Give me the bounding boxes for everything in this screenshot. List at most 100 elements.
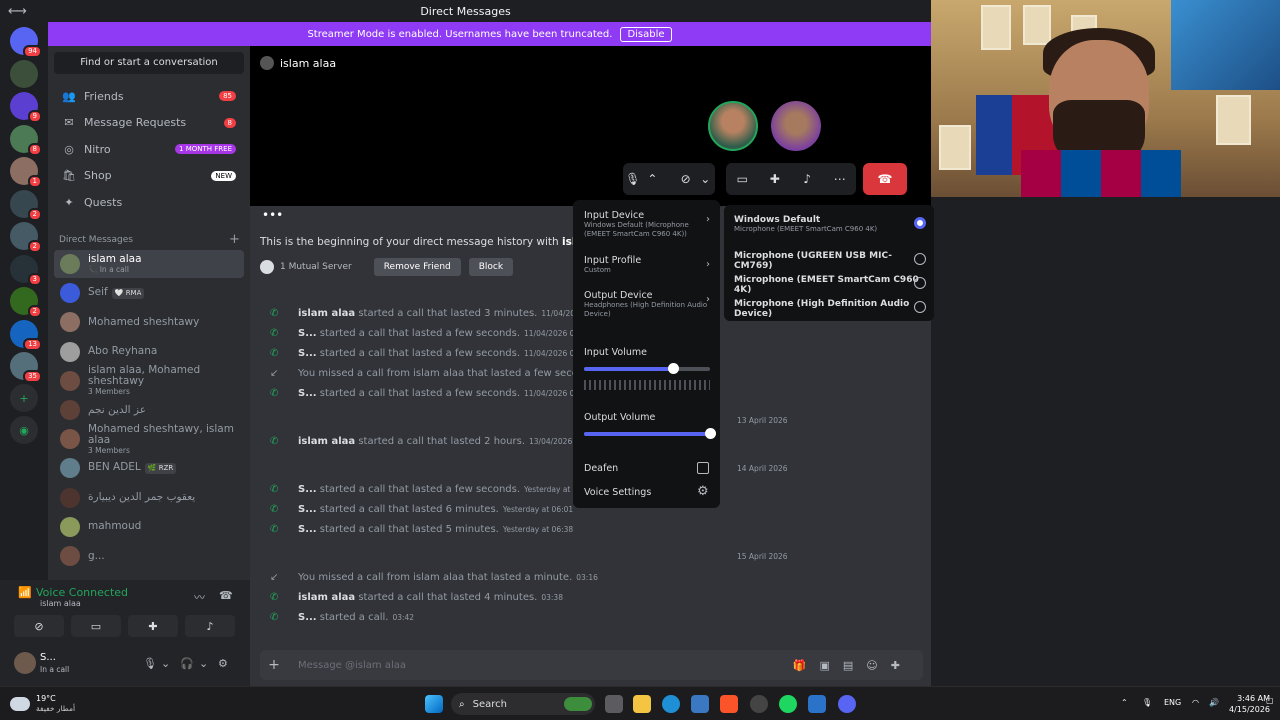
- dm-item[interactable]: islam alaa 📞 In a call: [54, 250, 244, 278]
- participant-avatar[interactable]: [771, 101, 821, 151]
- notification-icon[interactable]: ▢: [1266, 696, 1274, 705]
- slider-knob[interactable]: [668, 363, 680, 374]
- more-icon[interactable]: •••: [262, 208, 283, 222]
- soundboard-button[interactable]: ♪: [185, 615, 235, 637]
- attach-icon[interactable]: +: [260, 657, 288, 673]
- microphone-icon[interactable]: 🎙: [143, 657, 157, 670]
- dm-item[interactable]: Abo Reyhana: [54, 338, 244, 366]
- volume-icon[interactable]: 🔊: [1209, 698, 1219, 707]
- clock[interactable]: 3:46 AM 4/15/2026: [1229, 693, 1270, 715]
- wifi-icon[interactable]: ◠: [1192, 698, 1199, 707]
- dm-item[interactable]: Seif 🤍 RMA: [54, 279, 244, 307]
- input-volume-slider[interactable]: [584, 363, 710, 374]
- dm-item[interactable]: islam alaa, Mohamed sheshtawy 3 Members: [54, 365, 244, 396]
- message-input[interactable]: Message @islam alaa: [298, 660, 406, 671]
- output-volume-slider[interactable]: [584, 428, 716, 439]
- device-radio[interactable]: [914, 253, 926, 265]
- message-author[interactable]: S...: [298, 612, 317, 623]
- deafen-checkbox[interactable]: [697, 462, 709, 474]
- device-option[interactable]: Microphone (EMEET SmartCam C960 4K): [734, 275, 926, 295]
- gear-icon[interactable]: ⚙: [697, 484, 709, 499]
- language-indicator[interactable]: ENG: [1164, 698, 1181, 707]
- server-icon[interactable]: 2: [10, 189, 42, 221]
- message-author[interactable]: S...: [298, 524, 317, 535]
- add-server-icon[interactable]: +: [10, 384, 38, 412]
- server-icon[interactable]: 9: [10, 92, 42, 123]
- composer-icons[interactable]: 🎁▣▤☺✚: [793, 659, 913, 672]
- server-icon[interactable]: 8: [10, 124, 42, 156]
- server-icon[interactable]: 3: [10, 254, 42, 286]
- message-author[interactable]: islam alaa: [298, 592, 355, 603]
- sidebar-item-shop[interactable]: 🛍 Shop NEW: [54, 164, 244, 188]
- dm-item[interactable]: Mohamed sheshtawy, islam alaa 3 Members: [54, 423, 244, 455]
- input-device-item[interactable]: Input Device Windows Default (Microphone…: [584, 210, 710, 239]
- soundboard-icon[interactable]: ♪: [797, 172, 817, 186]
- app-icon[interactable]: [808, 695, 826, 713]
- server-icon[interactable]: 2: [10, 222, 42, 253]
- weather-widget[interactable]: 19°C أمطار خفيفة: [10, 694, 75, 714]
- message-composer[interactable]: + Message @islam alaa 🎁▣▤☺✚: [260, 650, 923, 680]
- camera-button[interactable]: ⊘: [14, 615, 64, 637]
- disconnect-icon[interactable]: ☎: [219, 589, 233, 602]
- dm-item[interactable]: عز الدين نجم: [54, 396, 244, 424]
- chrome-icon[interactable]: [750, 695, 768, 713]
- server-icon[interactable]: 35: [10, 352, 42, 383]
- activities-icon[interactable]: ✚: [765, 172, 785, 186]
- server-icon[interactable]: 1: [10, 157, 42, 188]
- device-radio[interactable]: [914, 277, 926, 289]
- dm-item[interactable]: BEN ADEL 🌿 RZR: [54, 454, 244, 482]
- create-dm-icon[interactable]: +: [229, 232, 240, 247]
- remove-friend-button[interactable]: Remove Friend: [373, 258, 461, 276]
- chevron-up-icon[interactable]: ⌃: [643, 172, 663, 186]
- message-author[interactable]: S...: [298, 388, 317, 399]
- sidebar-item-message-requests[interactable]: ✉ Message Requests 8: [54, 111, 244, 135]
- message-author[interactable]: islam alaa: [298, 308, 355, 319]
- spotify-icon[interactable]: [779, 695, 797, 713]
- screen-share-icon[interactable]: ▭: [732, 172, 752, 186]
- block-button[interactable]: Block: [468, 258, 514, 276]
- output-device-item[interactable]: Output Device Headphones (High Definitio…: [584, 290, 710, 319]
- microphone-icon[interactable]: 🎙: [623, 172, 643, 186]
- activities-button[interactable]: ✚: [128, 615, 178, 637]
- chevron-up-icon[interactable]: ⌃: [1121, 698, 1128, 707]
- device-option[interactable]: Windows Default Microphone (EMEET SmartCa…: [734, 215, 926, 233]
- discord-icon[interactable]: [838, 695, 856, 713]
- input-profile-item[interactable]: Input Profile Custom ›: [584, 255, 710, 275]
- slider-knob[interactable]: [705, 428, 716, 439]
- screen-share-button[interactable]: ▭: [71, 615, 121, 637]
- more-icon[interactable]: ⋯: [830, 172, 850, 186]
- server-icon[interactable]: 13: [10, 319, 42, 351]
- message-author[interactable]: S...: [298, 504, 317, 515]
- brave-icon[interactable]: [720, 695, 738, 713]
- disable-streamer-button[interactable]: Disable: [620, 26, 672, 42]
- device-radio[interactable]: [914, 217, 926, 229]
- dm-item[interactable]: يعقوب جمر الدين ديبيارة: [54, 484, 244, 512]
- sidebar-item-quests[interactable]: ✦ Quests: [54, 190, 244, 214]
- message-author[interactable]: S...: [298, 328, 317, 339]
- device-option[interactable]: Microphone (UGREEN USB MIC-CM769): [734, 251, 926, 271]
- mutual-servers[interactable]: 1 Mutual Server: [280, 262, 352, 272]
- participant-avatar[interactable]: [708, 101, 758, 151]
- message-author[interactable]: islam alaa: [298, 436, 355, 447]
- device-option[interactable]: Microphone (High Definition Audio Device…: [734, 299, 926, 319]
- sidebar-item-friends[interactable]: 👥 Friends 85: [54, 84, 244, 108]
- voice-settings-item[interactable]: Voice Settings: [584, 487, 710, 498]
- explore-icon[interactable]: ◉: [10, 416, 38, 444]
- headphones-icon[interactable]: 🎧: [180, 657, 194, 670]
- message-author[interactable]: S...: [298, 348, 317, 359]
- edge-icon[interactable]: [662, 695, 680, 713]
- server-icon[interactable]: 94: [10, 27, 42, 58]
- deafen-item[interactable]: Deafen: [584, 463, 710, 474]
- gear-icon[interactable]: ⚙: [218, 657, 228, 670]
- message-author[interactable]: S...: [298, 484, 317, 495]
- noise-suppression-icon[interactable]: 〰: [194, 589, 205, 605]
- store-icon[interactable]: [691, 695, 709, 713]
- chevron-down-icon[interactable]: ⌄: [695, 172, 715, 186]
- task-view-icon[interactable]: [605, 695, 623, 713]
- chevron-down-icon[interactable]: ⌄: [161, 657, 170, 670]
- microphone-icon[interactable]: 🎙: [1142, 698, 1152, 707]
- file-explorer-icon[interactable]: [633, 695, 651, 713]
- widget-icon[interactable]: [564, 697, 592, 711]
- dm-item[interactable]: Mohamed sheshtawy: [54, 308, 244, 336]
- dm-item[interactable]: mahmoud: [54, 513, 244, 541]
